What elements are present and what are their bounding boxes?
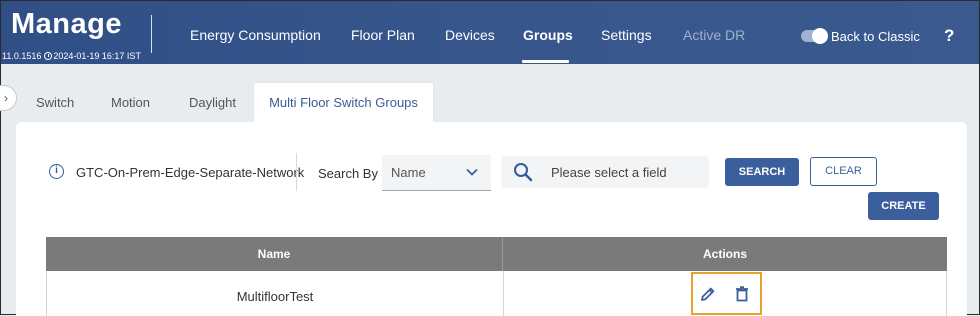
row-actions: [691, 272, 762, 315]
app-title: Manage: [11, 8, 122, 40]
nav-floor-plan[interactable]: Floor Plan: [351, 27, 415, 43]
search-input[interactable]: [549, 163, 699, 181]
search-by-value: Name: [391, 165, 426, 180]
nav-devices[interactable]: Devices: [445, 27, 495, 43]
tab-switch[interactable]: Switch: [36, 95, 74, 110]
tab-label: Multi Floor Switch Groups: [269, 95, 418, 110]
header-divider: [151, 15, 152, 53]
table-row: MultifloorTest: [46, 271, 947, 316]
version-number: 11.0.1516: [2, 51, 42, 61]
search-by-select[interactable]: Name: [382, 155, 491, 191]
search-by-label: Search By: [318, 166, 378, 181]
help-icon[interactable]: ?: [944, 26, 954, 46]
filter-divider: [296, 153, 297, 191]
tab-daylight[interactable]: Daylight: [189, 95, 236, 110]
search-field[interactable]: [501, 156, 709, 188]
back-to-classic-label[interactable]: Back to Classic: [831, 29, 920, 44]
info-icon: i: [49, 164, 64, 179]
network-name: GTC-On-Prem-Edge-Separate-Network: [76, 165, 305, 180]
column-header-name[interactable]: Name: [46, 237, 502, 271]
cell-divider: [503, 271, 504, 316]
toggle-knob: [812, 28, 828, 44]
nav-groups[interactable]: Groups: [523, 27, 573, 43]
create-button[interactable]: CREATE: [868, 192, 939, 220]
chevron-right-icon: ›: [4, 91, 8, 105]
version-info: 11.0.1516 2024-01-19 16:17 IST: [2, 51, 141, 61]
edit-icon[interactable]: [699, 285, 717, 303]
tab-multi-floor-switch-groups[interactable]: Multi Floor Switch Groups: [253, 82, 434, 122]
table-header: Name Actions: [46, 237, 947, 271]
chevron-down-icon: [466, 168, 478, 176]
datetime: 2024-01-19 16:17 IST: [53, 51, 141, 61]
sidebar-expand-handle[interactable]: ›: [0, 85, 17, 111]
clock-icon: [44, 52, 53, 60]
row-name: MultifloorTest: [236, 289, 314, 304]
clear-button[interactable]: CLEAR: [810, 157, 877, 186]
classic-toggle[interactable]: [801, 28, 828, 44]
active-nav-indicator: [522, 60, 569, 63]
nav-energy-consumption[interactable]: Energy Consumption: [190, 27, 321, 43]
search-icon: [514, 163, 533, 182]
top-header: Manage 11.0.1516 2024-01-19 16:17 IST Ene…: [1, 1, 979, 64]
tab-motion[interactable]: Motion: [111, 95, 150, 110]
column-header-actions: Actions: [702, 247, 747, 261]
delete-icon[interactable]: [733, 285, 751, 303]
nav-settings[interactable]: Settings: [601, 27, 652, 43]
nav-active-dr[interactable]: Active DR: [683, 27, 745, 43]
search-button[interactable]: SEARCH: [725, 158, 799, 186]
